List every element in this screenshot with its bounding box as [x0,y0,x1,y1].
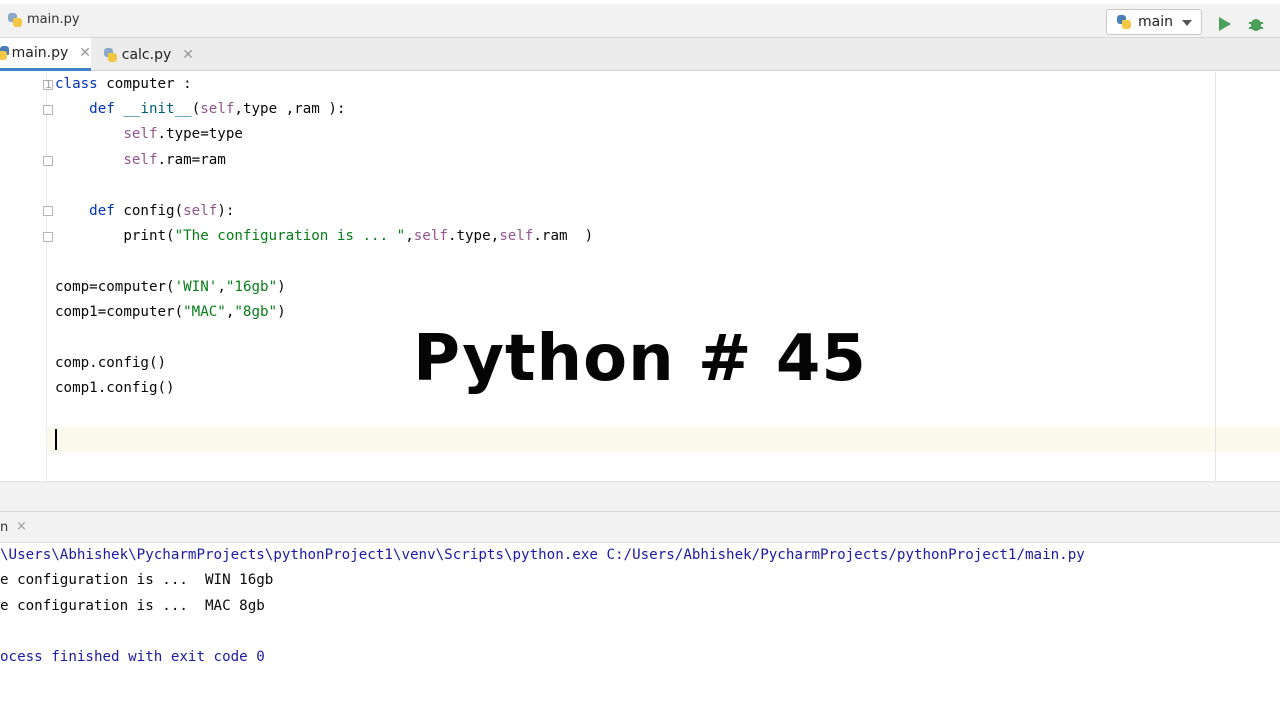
video-title-overlay: Python # 45 [413,322,867,396]
tab-calc-py[interactable]: calc.py ✕ [104,38,194,71]
fold-marker-icon[interactable] [43,105,53,115]
run-button[interactable] [1219,17,1231,31]
close-icon[interactable]: × [16,519,27,534]
right-margin-guide [1215,72,1216,481]
console-command-line: \Users\Abhishek\PycharmProjects\pythonPr… [0,547,1085,563]
python-file-icon [104,47,117,62]
chevron-down-icon [1182,20,1192,26]
fold-marker-icon[interactable] [43,206,53,216]
code-line: self.ram=ram [123,152,226,168]
line-number: 1 [45,78,52,91]
fold-marker-icon[interactable] [43,156,53,166]
code-line: def config(self): [89,203,235,219]
run-tab-label[interactable]: n [0,520,8,535]
bug-leg [1249,22,1263,24]
current-line-highlight [0,427,1280,452]
code-line: 1 class computer : [45,72,192,97]
code-line: print("The configuration is ... ",self.t… [55,228,594,244]
python-file-icon [0,46,9,60]
bug-icon [1251,19,1261,31]
editor-bottom-strip [0,481,1280,511]
run-configuration-label: main [1138,14,1173,30]
run-console[interactable]: \Users\Abhishek\PycharmProjects\pythonPr… [0,543,1280,720]
breadcrumb-file-name: main.py [27,12,80,27]
python-file-icon [8,12,22,27]
code-editor[interactable]: 1 class computer : def __init__(self,type… [0,72,1280,481]
run-tool-window-header: n × [0,511,1280,543]
console-output-line: e configuration is ... MAC 8gb [0,598,265,614]
navigation-bar: main.py main [0,0,1280,38]
debug-button[interactable] [1249,16,1263,32]
code-line: def __init__(self,type ,ram ): [89,101,346,117]
tab-label: calc.py [121,46,172,63]
text-cursor [55,429,57,450]
close-icon[interactable]: ✕ [182,47,194,63]
tab-label: main.py [11,45,69,61]
editor-tabs: main.py ✕ calc.py ✕ [0,38,1280,71]
tab-main-py[interactable]: main.py ✕ [0,38,91,71]
close-icon[interactable]: ✕ [79,45,91,61]
code-line: comp=computer('WIN',"16gb") [55,279,286,295]
bug-leg [1249,27,1263,29]
fold-marker-icon[interactable] [43,232,53,242]
console-output-line: e configuration is ... WIN 16gb [0,572,274,588]
code-line: self.type=type [123,126,243,142]
line-number-gutter [0,72,47,481]
run-configuration-dropdown[interactable]: main [1106,9,1202,35]
python-icon [1117,15,1131,29]
breadcrumb[interactable]: main.py [8,12,80,27]
console-exit-line: ocess finished with exit code 0 [0,649,265,665]
